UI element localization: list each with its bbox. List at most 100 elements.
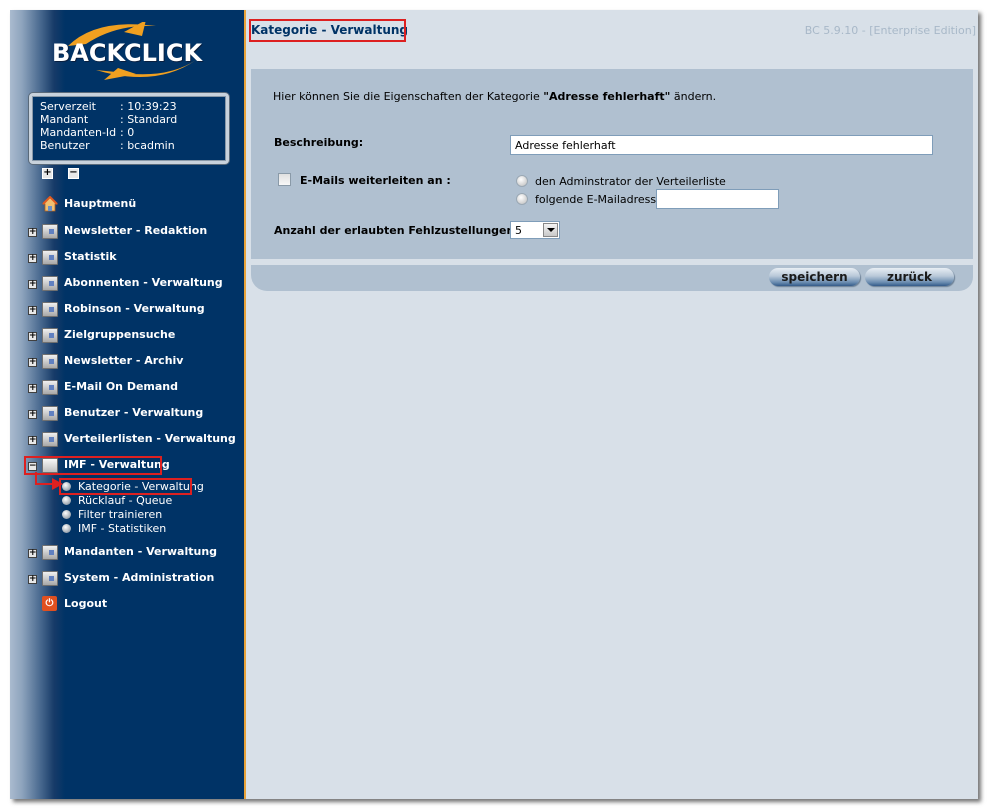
collapse-all-button[interactable]: − [68, 167, 79, 179]
info-value: : 0 [120, 126, 135, 139]
plus-icon: + [43, 167, 52, 178]
intro-text: Hier können Sie die Eigenschaften der Ka… [273, 90, 716, 103]
home-icon [42, 196, 58, 212]
forward-emails-label: E-Mails weiterleiten an : [300, 174, 451, 187]
intro-category-name: "Adresse fehlerhaft" [543, 90, 671, 103]
toggle-glyph: + [29, 548, 37, 558]
info-key: Mandanten-Id [40, 126, 117, 139]
radio-forward-admin[interactable] [516, 175, 528, 187]
folder-icon [42, 224, 58, 239]
save-button[interactable]: speichern [769, 268, 860, 286]
nav-label: System - Administration [64, 571, 215, 584]
version-label: BC 5.9.10 - [Enterprise Edition] [804, 24, 976, 37]
expand-icon[interactable]: + [28, 357, 37, 367]
toggle-glyph: + [29, 253, 37, 263]
toggle-glyph: + [29, 574, 37, 584]
info-key: Benutzer [40, 139, 90, 152]
nav-label: Zielgruppensuche [64, 328, 176, 341]
power-icon: ⏻ [42, 596, 57, 611]
nav-label: Newsletter - Archiv [64, 354, 184, 367]
info-key: Mandant [40, 113, 89, 126]
folder-icon [42, 276, 58, 291]
sub-item-label: IMF - Statistiken [78, 522, 167, 535]
intro-prefix: Hier können Sie die Eigenschaften der Ka… [273, 90, 544, 103]
app-window: BACKCLICK Serverzeit : 10:39:23 Mandant : … [10, 10, 978, 799]
intro-suffix: ändern. [670, 90, 717, 103]
toggle-glyph: + [29, 331, 37, 341]
toggle-glyph: + [29, 279, 37, 289]
bounce-count-label: Anzahl der erlaubten Fehlzustellungen: [274, 224, 519, 237]
toggle-glyph: + [29, 435, 37, 445]
folder-icon [42, 354, 58, 369]
chevron-down-icon[interactable] [543, 223, 558, 237]
toggle-glyph: + [29, 357, 37, 367]
info-value: : 10:39:23 [120, 100, 177, 113]
bounce-count-value: 5 [515, 224, 522, 237]
back-button[interactable]: zurück [865, 268, 954, 286]
expand-icon[interactable]: + [28, 409, 37, 419]
forward-emails-checkbox[interactable] [278, 173, 291, 186]
radio-forward-email-label: folgende E-Mailadresse : [535, 193, 671, 206]
nav-label: Logout [64, 597, 108, 610]
info-server-time: Serverzeit : 10:39:23 [40, 100, 177, 113]
nav-label: E-Mail On Demand [64, 380, 179, 393]
sub-item-label: Rücklauf - Queue [78, 494, 173, 507]
toggle-glyph: + [29, 305, 37, 315]
folder-icon [42, 432, 58, 447]
info-value: : bcadmin [120, 139, 175, 152]
description-label: Beschreibung: [274, 136, 364, 149]
folder-icon [42, 250, 58, 265]
description-input[interactable] [510, 135, 933, 155]
nav-label: Mandanten - Verwaltung [64, 545, 218, 558]
expand-icon[interactable]: + [28, 305, 37, 315]
bounce-count-select[interactable]: 5 [510, 221, 560, 239]
info-value: : Standard [120, 113, 178, 126]
expand-icon[interactable]: + [28, 227, 37, 237]
expand-all-button[interactable]: + [42, 167, 53, 179]
main-content: Kategorie - Verwaltung BC 5.9.10 - [Ente… [246, 10, 978, 799]
radio-forward-email[interactable] [516, 193, 528, 205]
info-user: Benutzer : bcadmin [40, 139, 175, 152]
expand-icon[interactable]: + [28, 548, 37, 558]
button-bar: speichern zurück [251, 265, 973, 291]
toggle-glyph: + [29, 227, 37, 237]
expand-icon[interactable]: + [28, 383, 37, 393]
highlight-page-title [249, 19, 406, 42]
sub-item-label: Filter trainieren [78, 508, 163, 521]
expand-icon[interactable]: + [28, 435, 37, 445]
toggle-glyph: + [29, 383, 37, 393]
expand-icon[interactable]: + [28, 331, 37, 341]
nav-label: Hauptmenü [64, 197, 137, 210]
minus-icon: − [69, 167, 78, 178]
highlight-kategorie-verwaltung [59, 478, 192, 495]
folder-icon [42, 406, 58, 421]
folder-icon [42, 571, 58, 586]
backclick-logo: BACKCLICK [46, 22, 211, 82]
nav-label: Newsletter - Redaktion [64, 224, 208, 237]
sidebar: BACKCLICK Serverzeit : 10:39:23 Mandant : … [10, 10, 244, 799]
expand-icon[interactable]: + [28, 279, 37, 289]
forward-email-input[interactable] [656, 189, 779, 209]
server-info-box: Serverzeit : 10:39:23 Mandant : Standard M… [29, 93, 229, 164]
nav-label: Robinson - Verwaltung [64, 302, 205, 315]
expand-icon[interactable]: + [28, 574, 37, 584]
folder-icon [42, 545, 58, 560]
expand-icon[interactable]: + [28, 253, 37, 263]
category-form: Hier können Sie die Eigenschaften der Ka… [251, 69, 973, 259]
nav-label: Verteilerlisten - Verwaltung [64, 432, 236, 445]
nav-label: Benutzer - Verwaltung [64, 406, 204, 419]
info-key: Serverzeit [40, 100, 96, 113]
info-mandant-id: Mandanten-Id: 0 [40, 126, 134, 139]
nav-label: Abonnenten - Verwaltung [64, 276, 223, 289]
logo-text: BACKCLICK [52, 39, 203, 67]
bullet-icon [62, 524, 71, 533]
nav-label: Statistik [64, 250, 117, 263]
folder-icon [42, 380, 58, 395]
info-mandant: Mandant : Standard [40, 113, 177, 126]
toggle-glyph: + [29, 409, 37, 419]
bullet-icon [62, 496, 71, 505]
folder-icon [42, 302, 58, 317]
bullet-icon [62, 510, 71, 519]
radio-forward-admin-label: den Adminstrator der Verteilerliste [535, 175, 726, 188]
folder-icon [42, 328, 58, 343]
